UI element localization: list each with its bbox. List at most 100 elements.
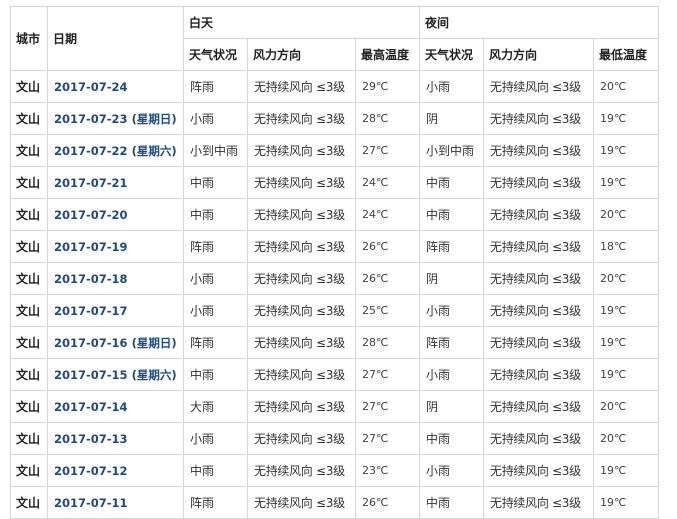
day-weather-header: 天气状况 (183, 38, 248, 71)
table-row: 文山 2017-07-23 (星期日) 小雨 无持续风向 ≤3级 28℃ 阴无持续风向 ≤… (10, 102, 660, 135)
date-link[interactable]: 2017-07-21 (47, 166, 184, 199)
day-wind-cell: 无持续风向 ≤3级 (247, 390, 356, 423)
high-temp-cell: 28℃ (354, 326, 421, 359)
night-weather-cell: 阵雨 (419, 326, 485, 359)
city-cell: 文山 (10, 70, 48, 103)
high-temp-cell: 27℃ (354, 390, 421, 423)
night-weather-cell: 中雨 (419, 486, 485, 519)
night-wind-cell: 无持续风向 ≤3级 (483, 422, 595, 455)
city-cell: 文山 (10, 166, 48, 199)
day-wind-cell: 无持续风向 ≤3级 (247, 422, 356, 455)
date-link[interactable]: 2017-07-23 (星期日) (47, 102, 184, 135)
low-temp-cell: 19℃ (593, 486, 660, 519)
night-weather-cell: 阴 (419, 262, 485, 295)
day-wind-cell: 无持续风向 ≤3级 (247, 486, 356, 519)
night-weather-cell: 中雨 (419, 422, 485, 455)
high-temp-cell: 25℃ (354, 294, 421, 327)
night-wind-cell: 无持续风向 ≤3级 (483, 486, 595, 519)
day-weather-cell: 小雨 (183, 262, 248, 295)
table-row: 文山 2017-07-18 小雨 无持续风向 ≤3级 26℃ 阴无持续风向 ≤3级 20℃ (10, 262, 660, 295)
table-row: 文山 2017-07-13 小雨 无持续风向 ≤3级 27℃ 中雨 无持续风向 ≤3级 20℃ (10, 422, 660, 455)
night-wind-cell: 无持续风向 ≤3级 (483, 134, 595, 167)
low-temp-cell: 19℃ (593, 134, 660, 167)
day-weather-cell: 小雨 (183, 422, 248, 455)
header-row-top: 城市 日期 白天 夜间 (10, 6, 660, 71)
night-weather-cell: 阴 (419, 390, 485, 423)
high-temp-cell: 23℃ (354, 454, 421, 487)
date-link[interactable]: 2017-07-20 (47, 198, 184, 231)
day-wind-header: 风力方向 (247, 38, 356, 71)
date-link[interactable]: 2017-07-12 (47, 454, 184, 487)
day-weather-cell: 小雨 (183, 102, 248, 135)
night-weather-cell: 阵雨 (419, 230, 485, 263)
table-row: 文山 2017-07-21 中雨 无持续风向 ≤3级 24℃ 中雨 无持续风向 ≤3级 19℃ (10, 166, 660, 199)
city-cell: 文山 (10, 198, 48, 231)
nighttime-group-header: 夜间 (419, 6, 660, 39)
table-row: 文山 2017-07-19 阵雨 无持续风向 ≤3级 26℃ 阵雨 无持续风向 ≤3级 18℃ (10, 230, 660, 263)
night-weather-header: 天气状况 (419, 38, 485, 71)
city-cell: 文山 (10, 262, 48, 295)
date-link[interactable]: 2017-07-13 (47, 422, 184, 455)
table-row: 文山 2017-07-24 阵雨 无持续风向 ≤3级 29℃ 小雨 无持续风向 ≤3级 20℃ (10, 70, 660, 103)
day-weather-cell: 大雨 (183, 390, 248, 423)
day-weather-cell: 中雨 (183, 454, 248, 487)
day-wind-cell: 无持续风向 ≤3级 (247, 262, 356, 295)
night-weather-cell: 小雨 (419, 294, 485, 327)
night-wind-cell: 无持续风向 ≤3级 (483, 166, 595, 199)
city-cell: 文山 (10, 326, 48, 359)
night-weather-cell: 小雨 (419, 454, 485, 487)
day-wind-cell: 无持续风向 ≤3级 (247, 198, 356, 231)
high-temp-cell: 26℃ (354, 486, 421, 519)
date-link[interactable]: 2017-07-15 (星期六) (47, 358, 184, 391)
date-link[interactable]: 2017-07-19 (47, 230, 184, 263)
low-temp-header: 最低温度 (593, 38, 660, 71)
night-wind-cell: 无持续风向 ≤3级 (483, 358, 595, 391)
date-link[interactable]: 2017-07-14 (47, 390, 184, 423)
night-weather-cell: 小到中雨 (419, 134, 485, 167)
day-weather-cell: 小到中雨 (183, 134, 248, 167)
date-link[interactable]: 2017-07-11 (47, 486, 184, 519)
city-cell: 文山 (10, 102, 48, 135)
date-link[interactable]: 2017-07-18 (47, 262, 184, 295)
night-wind-cell: 无持续风向 ≤3级 (483, 390, 595, 423)
low-temp-cell: 19℃ (593, 166, 660, 199)
day-weather-cell: 阵雨 (183, 486, 248, 519)
high-temp-cell: 27℃ (354, 358, 421, 391)
night-wind-cell: 无持续风向 ≤3级 (483, 294, 595, 327)
high-temp-cell: 24℃ (354, 198, 421, 231)
day-weather-cell: 中雨 (183, 358, 248, 391)
table-row: 文山 2017-07-20 中雨 无持续风向 ≤3级 24℃ 中雨 无持续风向 ≤3级 20℃ (10, 198, 660, 231)
night-weather-cell: 小雨 (419, 358, 485, 391)
day-wind-cell: 无持续风向 ≤3级 (247, 358, 356, 391)
city-cell: 文山 (10, 134, 48, 167)
high-temp-cell: 26℃ (354, 262, 421, 295)
low-temp-cell: 18℃ (593, 230, 660, 263)
date-link[interactable]: 2017-07-22 (星期六) (47, 134, 184, 167)
table-row: 文山 2017-07-12 中雨 无持续风向 ≤3级 23℃ 小雨 无持续风向 ≤3级 19℃ (10, 454, 660, 487)
night-weather-cell: 中雨 (419, 166, 485, 199)
date-link[interactable]: 2017-07-16 (星期日) (47, 326, 184, 359)
date-link[interactable]: 2017-07-24 (47, 70, 184, 103)
table-row: 文山 2017-07-22 (星期六) 小到中雨 无持续风向 ≤3级 27℃ 小到中雨 无持… (10, 134, 660, 167)
date-link[interactable]: 2017-07-17 (47, 294, 184, 327)
day-weather-cell: 阵雨 (183, 230, 248, 263)
day-weather-cell: 阵雨 (183, 326, 248, 359)
table-body: 文山 2017-07-24 阵雨 无持续风向 ≤3级 29℃ 小雨 无持续风向 ≤3级 20℃… (10, 70, 660, 519)
table-header: 城市 日期 白天 夜间 天气状况 风力方向 最高温度 天气状况 风力方向 最低温… (10, 6, 660, 71)
day-weather-cell: 中雨 (183, 166, 248, 199)
high-temp-header: 最高温度 (354, 38, 421, 71)
day-wind-cell: 无持续风向 ≤3级 (247, 230, 356, 263)
city-cell: 文山 (10, 422, 48, 455)
day-wind-cell: 无持续风向 ≤3级 (247, 294, 356, 327)
night-weather-cell: 小雨 (419, 70, 485, 103)
table-row: 文山 2017-07-17 小雨 无持续风向 ≤3级 25℃ 小雨 无持续风向 ≤3级 19℃ (10, 294, 660, 327)
table-row: 文山 2017-07-15 (星期六) 中雨 无持续风向 ≤3级 27℃ 小雨 无持续风向 … (10, 358, 660, 391)
night-wind-cell: 无持续风向 ≤3级 (483, 230, 595, 263)
low-temp-cell: 20℃ (593, 390, 660, 423)
day-wind-cell: 无持续风向 ≤3级 (247, 454, 356, 487)
high-temp-cell: 24℃ (354, 166, 421, 199)
table-row: 文山 2017-07-14 大雨 无持续风向 ≤3级 27℃ 阴无持续风向 ≤3级 20℃ (10, 390, 660, 423)
table-row: 文山 2017-07-16 (星期日) 阵雨 无持续风向 ≤3级 28℃ 阵雨 无持续风向 … (10, 326, 660, 359)
night-wind-cell: 无持续风向 ≤3级 (483, 70, 595, 103)
day-wind-cell: 无持续风向 ≤3级 (247, 166, 356, 199)
